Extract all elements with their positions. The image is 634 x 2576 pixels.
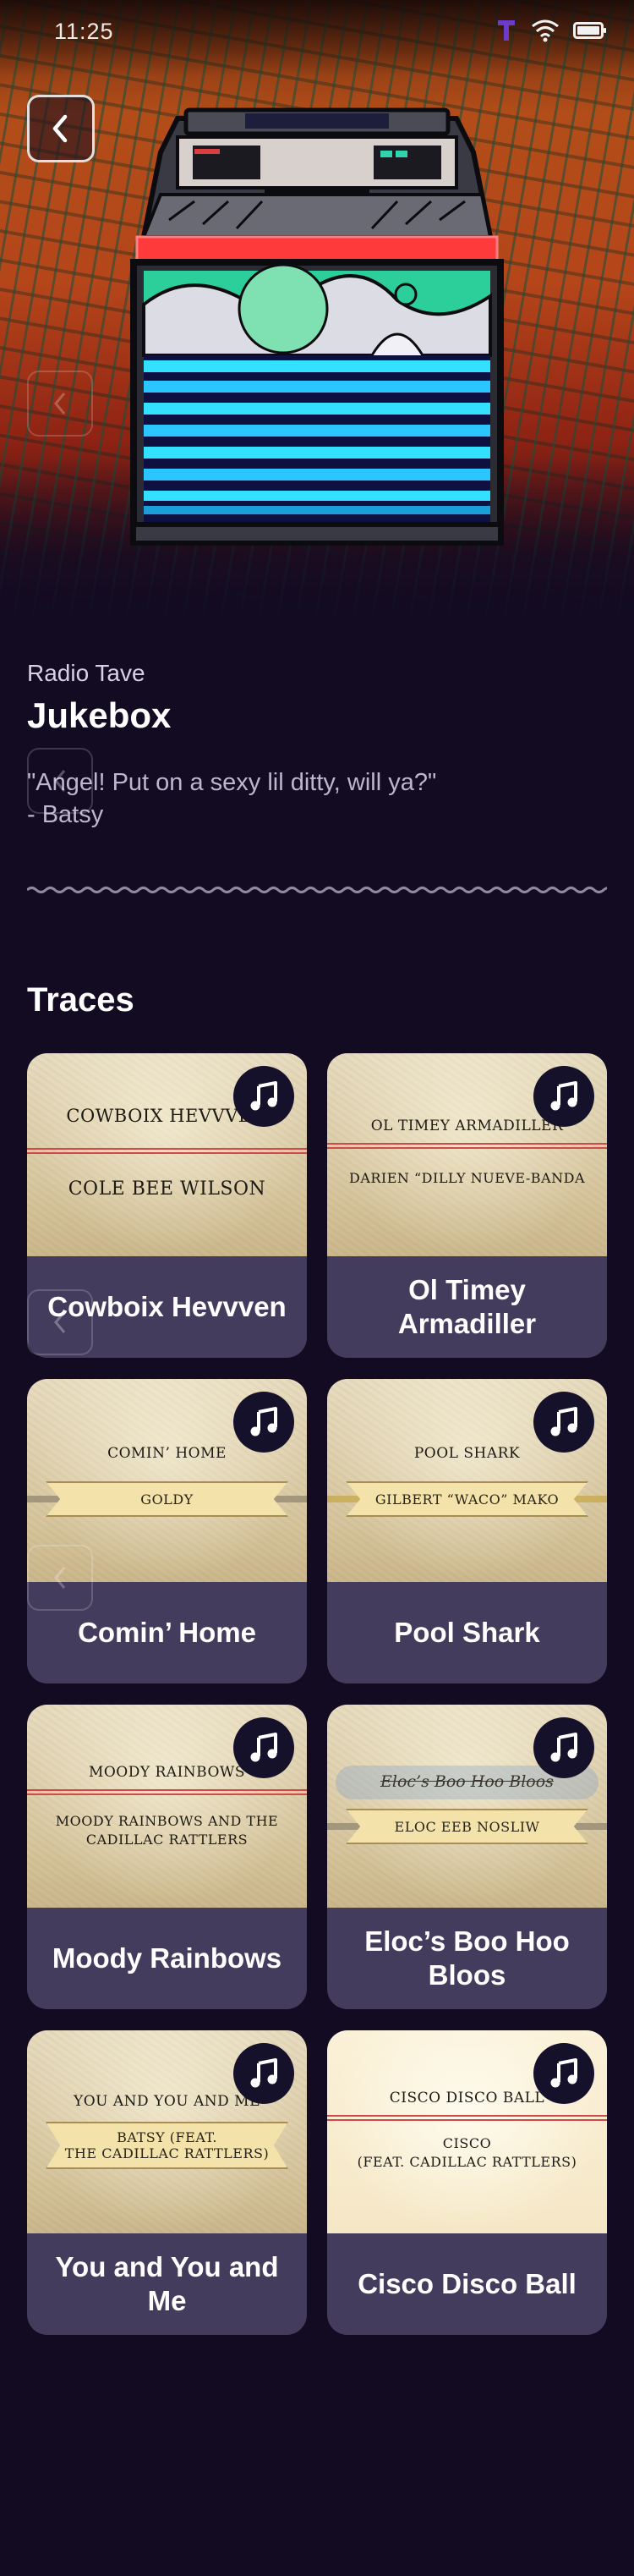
cover-ribbon: GILBERT “WACO” MAKO — [346, 1481, 588, 1517]
ghost-back-arrow — [27, 371, 93, 437]
station-name: Radio Tave — [27, 660, 145, 686]
track-card[interactable]: COMIN’ HOME GOLDY Comin’ Home — [27, 1379, 307, 1683]
cover-artist: (FEAT. CADILLAC RATTLERS) — [357, 2154, 577, 2170]
music-note-icon — [250, 1733, 277, 1762]
cover-ribbon: BATSY (FEAT. THE CADILLAC RATTLERS) — [46, 2122, 288, 2169]
cover-artist: COLE BEE WILSON — [68, 1178, 266, 1200]
track-card[interactable]: POOL SHARK GILBERT “WACO” MAKO Pool Shar… — [327, 1379, 607, 1683]
track-title: You and You and Me — [55, 2251, 279, 2316]
chevron-left-icon — [54, 393, 66, 415]
track-title: Cisco Disco Ball — [358, 2268, 577, 2299]
music-badge — [233, 1717, 294, 1778]
track-card[interactable]: CISCO DISCO BALL CISCO (FEAT. CADILLAC R… — [327, 2030, 607, 2335]
page-title: Jukebox — [27, 695, 172, 735]
cover-artist: GILBERT “WACO” MAKO — [374, 1491, 560, 1508]
music-note-icon — [250, 1081, 277, 1111]
track-card[interactable]: OL TIMEY ARMADILLER DARIEN “DILLY NUEVE-… — [327, 1053, 607, 1358]
cover-artist: ELOC EEB NOSLIW — [394, 1818, 540, 1835]
track-title: Eloc’s Boo Hoo Bloos — [364, 1925, 570, 1991]
track-title: Pool Shark — [394, 1617, 540, 1648]
cover-artist: CADILLAC RATTLERS — [85, 1832, 249, 1848]
track-title: Moody Rainbows — [52, 1942, 282, 1974]
ghost-back-arrow — [27, 1545, 93, 1611]
cover-artist: BATSY (FEAT. — [117, 2129, 217, 2145]
music-note-icon — [550, 2058, 577, 2088]
cover-artist: THE CADILLAC RATTLERS) — [64, 2145, 270, 2161]
music-badge — [233, 1066, 294, 1127]
cover-ribbon: ELOC EEB NOSLIW — [346, 1809, 588, 1844]
music-badge — [233, 2043, 294, 2104]
wifi-icon — [532, 19, 559, 42]
music-badge — [233, 1392, 294, 1453]
section-title: Traces — [27, 981, 134, 1019]
music-note-icon — [550, 1733, 577, 1762]
chevron-left-icon — [52, 114, 68, 143]
cover-artist: MOODY RAINBOWS AND THE — [55, 1813, 279, 1829]
playlist-quote: "Angel! Put on a sexy lil ditty, will ya… — [27, 766, 602, 831]
status-bar: 11:25 — [0, 0, 634, 64]
chevron-left-icon — [54, 1311, 66, 1333]
music-note-icon — [550, 1407, 577, 1436]
track-card[interactable]: YOU AND YOU AND ME BATSY (FEAT. THE CADI… — [27, 2030, 307, 2335]
ghost-back-arrow — [27, 748, 93, 814]
music-note-icon — [250, 1407, 277, 1436]
chevron-left-icon — [54, 1567, 66, 1589]
cover-artist: DARIEN “DILLY NUEVE-BANDA — [348, 1170, 585, 1186]
quote-author: - Batsy — [27, 801, 104, 828]
cover-stripe — [327, 2115, 607, 2121]
cover-stripe — [327, 1143, 607, 1149]
music-badge — [533, 2043, 594, 2104]
cover-stripe — [27, 1148, 307, 1154]
cover-artist: CISCO — [442, 2135, 492, 2151]
back-button[interactable] — [27, 95, 95, 162]
music-note-icon — [250, 2058, 277, 2088]
track-card[interactable]: Eloc’s Boo Hoo Bloos ELOC EEB NOSLIW Elo… — [327, 1705, 607, 2009]
battery-icon — [573, 22, 606, 39]
quote-text: "Angel! Put on a sexy lil ditty, will ya… — [27, 769, 437, 796]
status-icons — [495, 19, 607, 42]
track-title: Ol Timey Armadiller — [397, 1274, 537, 1339]
cover-ribbon: GOLDY — [46, 1481, 288, 1517]
status-time: 11:25 — [54, 19, 114, 44]
music-note-icon — [550, 1081, 577, 1111]
app-notification-icon — [498, 20, 515, 41]
tracks-grid: COWBOIX HEVVVEN COLE BEE WILSON Cowboix … — [27, 1053, 607, 2335]
track-card[interactable]: MOODY RAINBOWS MOODY RAINBOWS AND THE CA… — [27, 1705, 307, 2009]
music-badge — [533, 1717, 594, 1778]
music-badge — [533, 1392, 594, 1453]
cover-stripe — [27, 1789, 307, 1795]
ghost-back-arrow — [27, 1289, 93, 1355]
music-badge — [533, 1066, 594, 1127]
cover-artist: GOLDY — [140, 1491, 194, 1508]
wavy-divider — [27, 887, 607, 893]
chevron-left-icon — [54, 770, 66, 792]
jukebox-illustration — [130, 107, 504, 546]
